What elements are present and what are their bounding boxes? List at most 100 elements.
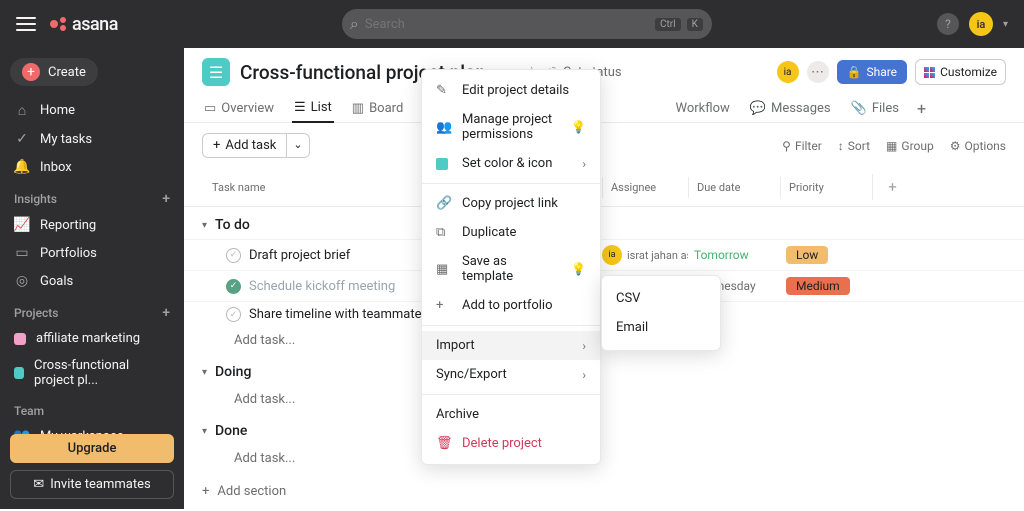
submenu-csv[interactable]: CSV — [602, 284, 720, 313]
menu-toggle-icon[interactable] — [16, 14, 36, 34]
menu-permissions[interactable]: 👥Manage project permissions💡 — [422, 105, 600, 149]
chevron-right-icon: › — [582, 339, 586, 353]
section-done[interactable]: ▾Done — [184, 413, 1024, 445]
plus-icon: + — [22, 63, 40, 81]
color-icon — [436, 158, 452, 170]
project-icon[interactable]: ☰ — [202, 58, 230, 86]
tab-list[interactable]: ☰List — [292, 94, 334, 123]
menu-archive[interactable]: Archive — [422, 400, 600, 429]
plus-icon: + — [213, 138, 220, 153]
table-header: Task name Assignee Due date Priority + — [184, 168, 1024, 207]
tab-workflow[interactable]: Workflow — [673, 95, 731, 122]
nav-reporting[interactable]: 📈Reporting — [10, 211, 174, 239]
nav-goals[interactable]: ◎Goals — [10, 267, 174, 295]
nav-my-tasks[interactable]: ✓My tasks — [10, 125, 174, 153]
list-icon: ☰ — [294, 100, 306, 115]
file-icon: 📎 — [851, 101, 867, 116]
menu-duplicate[interactable]: ⧉Duplicate — [422, 218, 600, 247]
menu-edit-details[interactable]: ✎Edit project details — [422, 76, 600, 105]
add-column-button[interactable]: + — [872, 174, 912, 200]
project-actions-menu: ✎Edit project details 👥Manage project pe… — [421, 69, 601, 465]
tab-files[interactable]: 📎Files — [849, 95, 901, 122]
help-icon[interactable]: ? — [937, 13, 959, 35]
project-cross-functional[interactable]: Cross-functional project pl... — [10, 352, 174, 394]
add-task-button[interactable]: +Add task — [202, 133, 287, 158]
project-header: ☰ Cross-functional project plan ⌄ ☆ Set … — [184, 48, 1024, 86]
invite-button[interactable]: ✉Invite teammates — [10, 470, 174, 499]
project-affiliate-marketing[interactable]: affiliate marketing — [10, 325, 174, 352]
goal-icon: ◎ — [14, 273, 30, 289]
submenu-email[interactable]: Email — [602, 313, 720, 342]
gear-icon: ⚙ — [950, 139, 961, 153]
avatar-icon: ia — [602, 245, 622, 265]
logo[interactable]: asana — [50, 14, 118, 35]
menu-set-color[interactable]: Set color & icon› — [422, 149, 600, 178]
template-icon: ▦ — [436, 262, 452, 277]
grid-icon — [924, 67, 935, 78]
options-button[interactable]: ⚙Options — [950, 139, 1006, 153]
plus-icon[interactable]: + — [162, 191, 170, 207]
tab-board[interactable]: ▥Board — [350, 95, 406, 122]
bulb-icon: 💡 — [571, 262, 586, 276]
main-content: ☰ Cross-functional project plan ⌄ ☆ Set … — [184, 48, 1024, 509]
col-assignee[interactable]: Assignee — [602, 177, 688, 198]
menu-copy-link[interactable]: 🔗Copy project link — [422, 189, 600, 218]
create-button[interactable]: + Create — [10, 58, 98, 86]
chart-icon: 📈 — [14, 217, 30, 233]
chevron-down-icon: ▾ — [202, 426, 207, 437]
chevron-down-icon[interactable]: ▾ — [1003, 19, 1008, 30]
sidebar: + Create ⌂Home ✓My tasks 🔔Inbox Insights… — [0, 48, 184, 509]
section-team: Team — [10, 394, 174, 422]
complete-toggle[interactable]: ✓ — [226, 248, 241, 263]
menu-save-template[interactable]: ▦Save as template💡 — [422, 247, 600, 291]
more-icon[interactable]: ⋯ — [807, 61, 829, 83]
add-section-button[interactable]: +Add section — [184, 472, 1024, 511]
search-input[interactable] — [365, 17, 648, 32]
add-tab-button[interactable]: + — [917, 99, 926, 118]
col-priority[interactable]: Priority — [780, 177, 872, 198]
menu-sync-export[interactable]: Sync/Export› — [422, 360, 600, 389]
filter-button[interactable]: ⚲Filter — [782, 139, 822, 153]
add-task-inline[interactable]: Add task... — [184, 445, 1024, 472]
member-avatar[interactable]: ia — [777, 61, 799, 83]
priority-cell[interactable]: Low — [780, 246, 872, 264]
inbox-icon: 🔔 — [14, 159, 30, 175]
nav-inbox[interactable]: 🔔Inbox — [10, 153, 174, 181]
section-doing[interactable]: ▾Doing — [184, 354, 1024, 386]
section-to-do[interactable]: ▾To do — [184, 207, 1024, 239]
section-projects[interactable]: Projects+ — [10, 295, 174, 325]
priority-cell[interactable]: Medium — [780, 277, 872, 295]
bulb-icon: 💡 — [571, 120, 586, 134]
customize-button[interactable]: Customize — [915, 59, 1006, 85]
menu-import[interactable]: Import› — [422, 331, 600, 360]
add-task-dropdown[interactable]: ⌄ — [287, 133, 309, 158]
due-date-cell[interactable]: Tomorrow — [688, 248, 780, 262]
user-avatar[interactable]: ia — [969, 12, 993, 36]
tab-overview[interactable]: ▭Overview — [202, 95, 276, 122]
plus-icon[interactable]: + — [162, 305, 170, 321]
complete-toggle[interactable]: ✓ — [226, 279, 241, 294]
nav-home[interactable]: ⌂Home — [10, 96, 174, 125]
share-button[interactable]: 🔒Share — [837, 60, 908, 84]
assignee-cell[interactable]: iaisrat jahan as... — [602, 245, 688, 265]
complete-toggle[interactable]: ✓ — [226, 307, 241, 322]
overview-icon: ▭ — [204, 101, 216, 116]
add-task-inline[interactable]: Add task... — [184, 386, 1024, 413]
menu-add-portfolio[interactable]: +Add to portfolio — [422, 291, 600, 320]
group-button[interactable]: ▦Group — [886, 139, 934, 153]
menu-delete-project[interactable]: 🗑Delete project — [422, 429, 600, 458]
plus-icon: + — [202, 484, 209, 499]
task-title: Share timeline with teammates — [249, 307, 428, 322]
task-title: Draft project brief — [249, 248, 350, 263]
search-bar[interactable]: ⌕ Ctrl K — [342, 9, 712, 39]
nav-portfolios[interactable]: ▭Portfolios — [10, 239, 174, 267]
upgrade-button[interactable]: Upgrade — [10, 434, 174, 463]
sort-button[interactable]: ↕Sort — [838, 139, 870, 153]
section-insights[interactable]: Insights+ — [10, 181, 174, 211]
task-row[interactable]: ✓Draft project brief💡 iaisrat jahan as..… — [184, 239, 1024, 270]
topbar: asana ⌕ Ctrl K ? ia ▾ — [0, 0, 1024, 48]
separator — [422, 325, 600, 326]
tab-messages[interactable]: 💬Messages — [748, 95, 833, 122]
col-due-date[interactable]: Due date — [688, 177, 780, 198]
create-label: Create — [48, 65, 86, 80]
